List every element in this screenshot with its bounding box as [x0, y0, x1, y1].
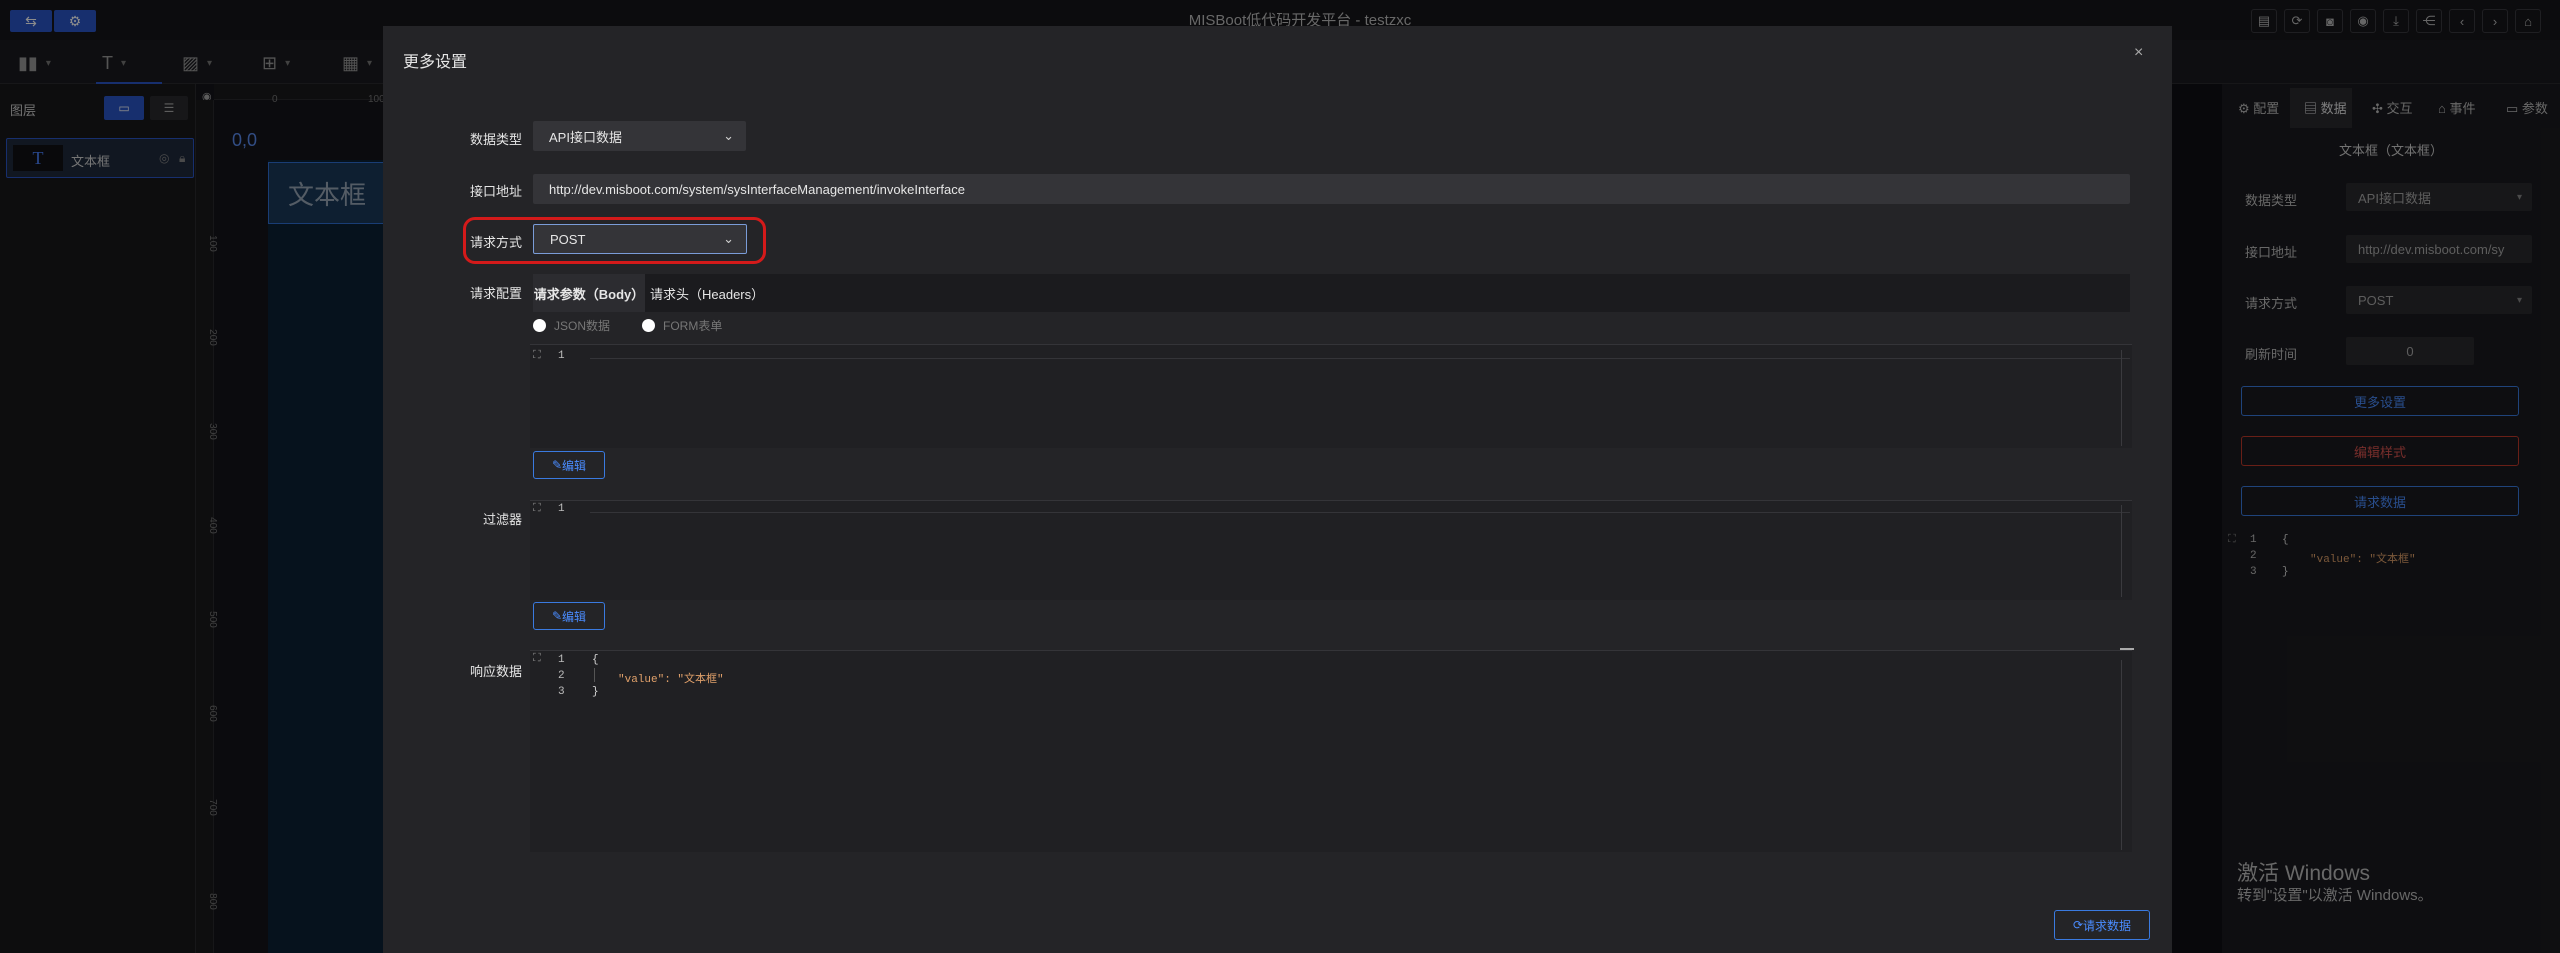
edit-icon: ✎ — [551, 458, 563, 472]
editor-scrollbar[interactable] — [2121, 505, 2122, 597]
request-tabs — [533, 274, 2130, 312]
method-select[interactable]: POST ⌄ — [534, 225, 746, 253]
expand-icon[interactable]: ⛶ — [533, 502, 541, 515]
edit-filter-button[interactable]: ✎ 编辑 — [533, 602, 605, 630]
edit-body-button[interactable]: ✎ 编辑 — [533, 451, 605, 479]
close-icon[interactable]: × — [2134, 44, 2143, 62]
filter-label: 过滤器 — [482, 512, 522, 527]
editor-active-line — [590, 358, 2130, 359]
radio-circle — [533, 319, 546, 332]
request-config-label: 请求配置 — [469, 286, 522, 301]
data-type-select[interactable]: API接口数据 ⌄ — [533, 121, 746, 151]
indent-guide — [594, 668, 595, 682]
line-number: 2 — [558, 670, 565, 682]
edit-icon: ✎ — [551, 609, 563, 623]
radio-json[interactable]: JSON数据 — [533, 317, 610, 334]
expand-icon[interactable]: ⛶ — [533, 349, 541, 362]
expand-icon[interactable]: ⛶ — [533, 652, 541, 665]
body-editor[interactable] — [530, 344, 2132, 448]
chevron-down-icon: ⌄ — [723, 231, 734, 246]
response-label: 响应数据 — [469, 664, 522, 679]
tab-headers[interactable]: 请求头（Headers） — [650, 274, 764, 312]
filter-editor[interactable] — [530, 500, 2132, 600]
response-editor[interactable] — [530, 650, 2132, 852]
api-url-label: 接口地址 — [469, 184, 522, 199]
code-line: "value": "文本框" — [618, 674, 724, 686]
api-url-input[interactable]: http://dev.misboot.com/system/sysInterfa… — [533, 174, 2130, 204]
tab-body[interactable]: 请求参数（Body） — [533, 274, 645, 312]
modal-title: 更多设置 — [403, 54, 468, 71]
code-line: } — [592, 686, 599, 698]
code-line: { — [592, 654, 599, 666]
editor-scrollbar[interactable] — [2121, 350, 2122, 446]
line-number: 3 — [558, 686, 565, 698]
chevron-down-icon: ⌄ — [723, 128, 734, 143]
data-type-label: 数据类型 — [469, 132, 522, 147]
refresh-icon: ⟳ — [2072, 918, 2084, 932]
line-number: 1 — [558, 350, 565, 362]
radio-form[interactable]: FORM表单 — [642, 317, 722, 334]
editor-active-line — [590, 512, 2130, 513]
request-data-button[interactable]: ⟳ 请求数据 — [2054, 910, 2150, 940]
line-number: 1 — [558, 503, 565, 515]
line-number: 1 — [558, 654, 565, 666]
editor-scroll-thumb[interactable] — [2120, 648, 2134, 650]
editor-scrollbar[interactable] — [2121, 660, 2122, 850]
radio-circle — [642, 319, 655, 332]
